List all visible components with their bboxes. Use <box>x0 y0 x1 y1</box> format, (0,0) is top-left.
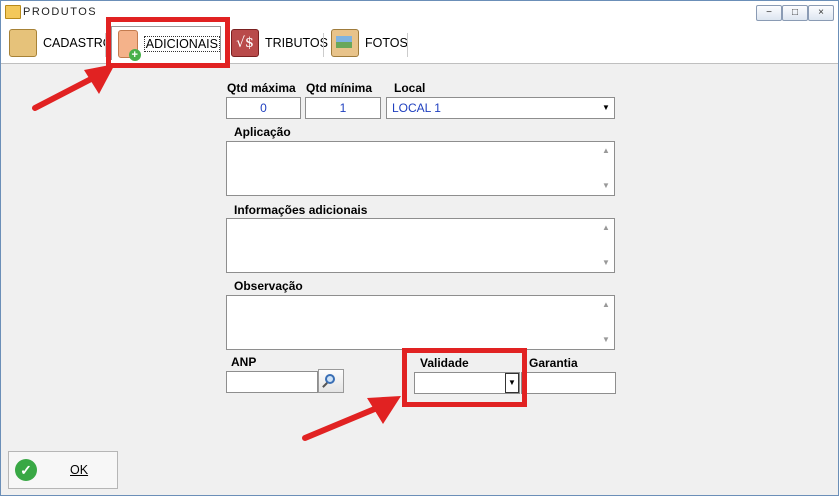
tab-adicionais[interactable]: ADICIONAIS <box>111 26 221 61</box>
tab-tributos-label: TRIBUTOS <box>265 36 328 50</box>
tab-divider <box>407 33 408 57</box>
local-select[interactable]: LOCAL 1 ▼ <box>386 97 615 119</box>
maximize-button[interactable]: □ <box>782 5 808 21</box>
qtd-maxima-input[interactable]: 0 <box>226 97 301 119</box>
tab-tributos[interactable]: √$ TRIBUTOS <box>231 26 328 60</box>
ok-button[interactable]: ✓ OK <box>8 451 118 489</box>
check-icon: ✓ <box>15 459 37 481</box>
anp-input[interactable] <box>226 371 318 393</box>
tax-icon: √$ <box>231 29 259 57</box>
garantia-input[interactable] <box>521 372 616 394</box>
scroll-up-icon[interactable]: ▲ <box>598 221 614 235</box>
tab-divider <box>105 33 106 57</box>
info-adicionais-textarea[interactable]: ▲ ▼ <box>226 218 615 273</box>
scroll-down-icon[interactable]: ▼ <box>598 256 614 270</box>
produtos-window: PRODUTOS − □ × CADASTRO ADICIONAIS √$ TR… <box>0 0 839 496</box>
garantia-label: Garantia <box>529 356 578 370</box>
scroll-down-icon[interactable]: ▼ <box>598 179 614 193</box>
tab-fotos-label: FOTOS <box>365 36 408 50</box>
box-barcode-icon <box>9 29 37 57</box>
close-button[interactable]: × <box>808 5 834 21</box>
minimize-button[interactable]: − <box>756 5 782 21</box>
aplicacao-scrollbar[interactable]: ▲ ▼ <box>598 142 614 195</box>
scroll-up-icon[interactable]: ▲ <box>598 144 614 158</box>
qtd-maxima-label: Qtd máxima <box>227 81 296 95</box>
tab-cadastro-label: CADASTRO <box>43 36 113 50</box>
qtd-minima-input[interactable]: 1 <box>305 97 381 119</box>
chevron-down-icon[interactable]: ▼ <box>599 99 613 117</box>
red-arrow-icon <box>302 396 401 441</box>
scroll-down-icon[interactable]: ▼ <box>598 333 614 347</box>
local-label: Local <box>394 81 426 95</box>
red-arrow-icon <box>32 64 115 111</box>
qtd-minima-label: Qtd mínima <box>306 81 373 95</box>
observacao-textarea[interactable]: ▲ ▼ <box>226 295 615 350</box>
folder-icon <box>5 5 21 19</box>
validade-label: Validade <box>420 356 469 370</box>
ok-button-label: OK <box>70 463 89 477</box>
info-adicionais-scrollbar[interactable]: ▲ ▼ <box>598 219 614 272</box>
search-icon <box>325 374 335 384</box>
title-bar: PRODUTOS − □ × <box>1 1 838 23</box>
scroll-up-icon[interactable]: ▲ <box>598 298 614 312</box>
aplicacao-label: Aplicação <box>234 125 291 139</box>
info-adicionais-label: Informações adicionais <box>234 203 368 217</box>
tab-divider <box>323 33 324 57</box>
photo-icon <box>331 29 359 57</box>
aplicacao-textarea[interactable]: ▲ ▼ <box>226 141 615 196</box>
anp-label: ANP <box>231 355 257 369</box>
tab-cadastro[interactable]: CADASTRO <box>9 26 112 60</box>
observacao-label: Observação <box>234 279 303 293</box>
local-selected-value: LOCAL 1 <box>392 101 441 115</box>
observacao-scrollbar[interactable]: ▲ ▼ <box>598 296 614 349</box>
box-add-icon <box>118 29 141 61</box>
chevron-down-icon[interactable]: ▼ <box>505 373 519 393</box>
window-title: PRODUTOS <box>23 6 98 18</box>
tab-bar: CADASTRO ADICIONAIS √$ TRIBUTOS FOTOS <box>1 23 838 64</box>
tab-adicionais-label: ADICIONAIS <box>143 35 220 52</box>
tab-fotos[interactable]: FOTOS <box>331 26 408 60</box>
anp-search-button[interactable] <box>318 369 344 393</box>
